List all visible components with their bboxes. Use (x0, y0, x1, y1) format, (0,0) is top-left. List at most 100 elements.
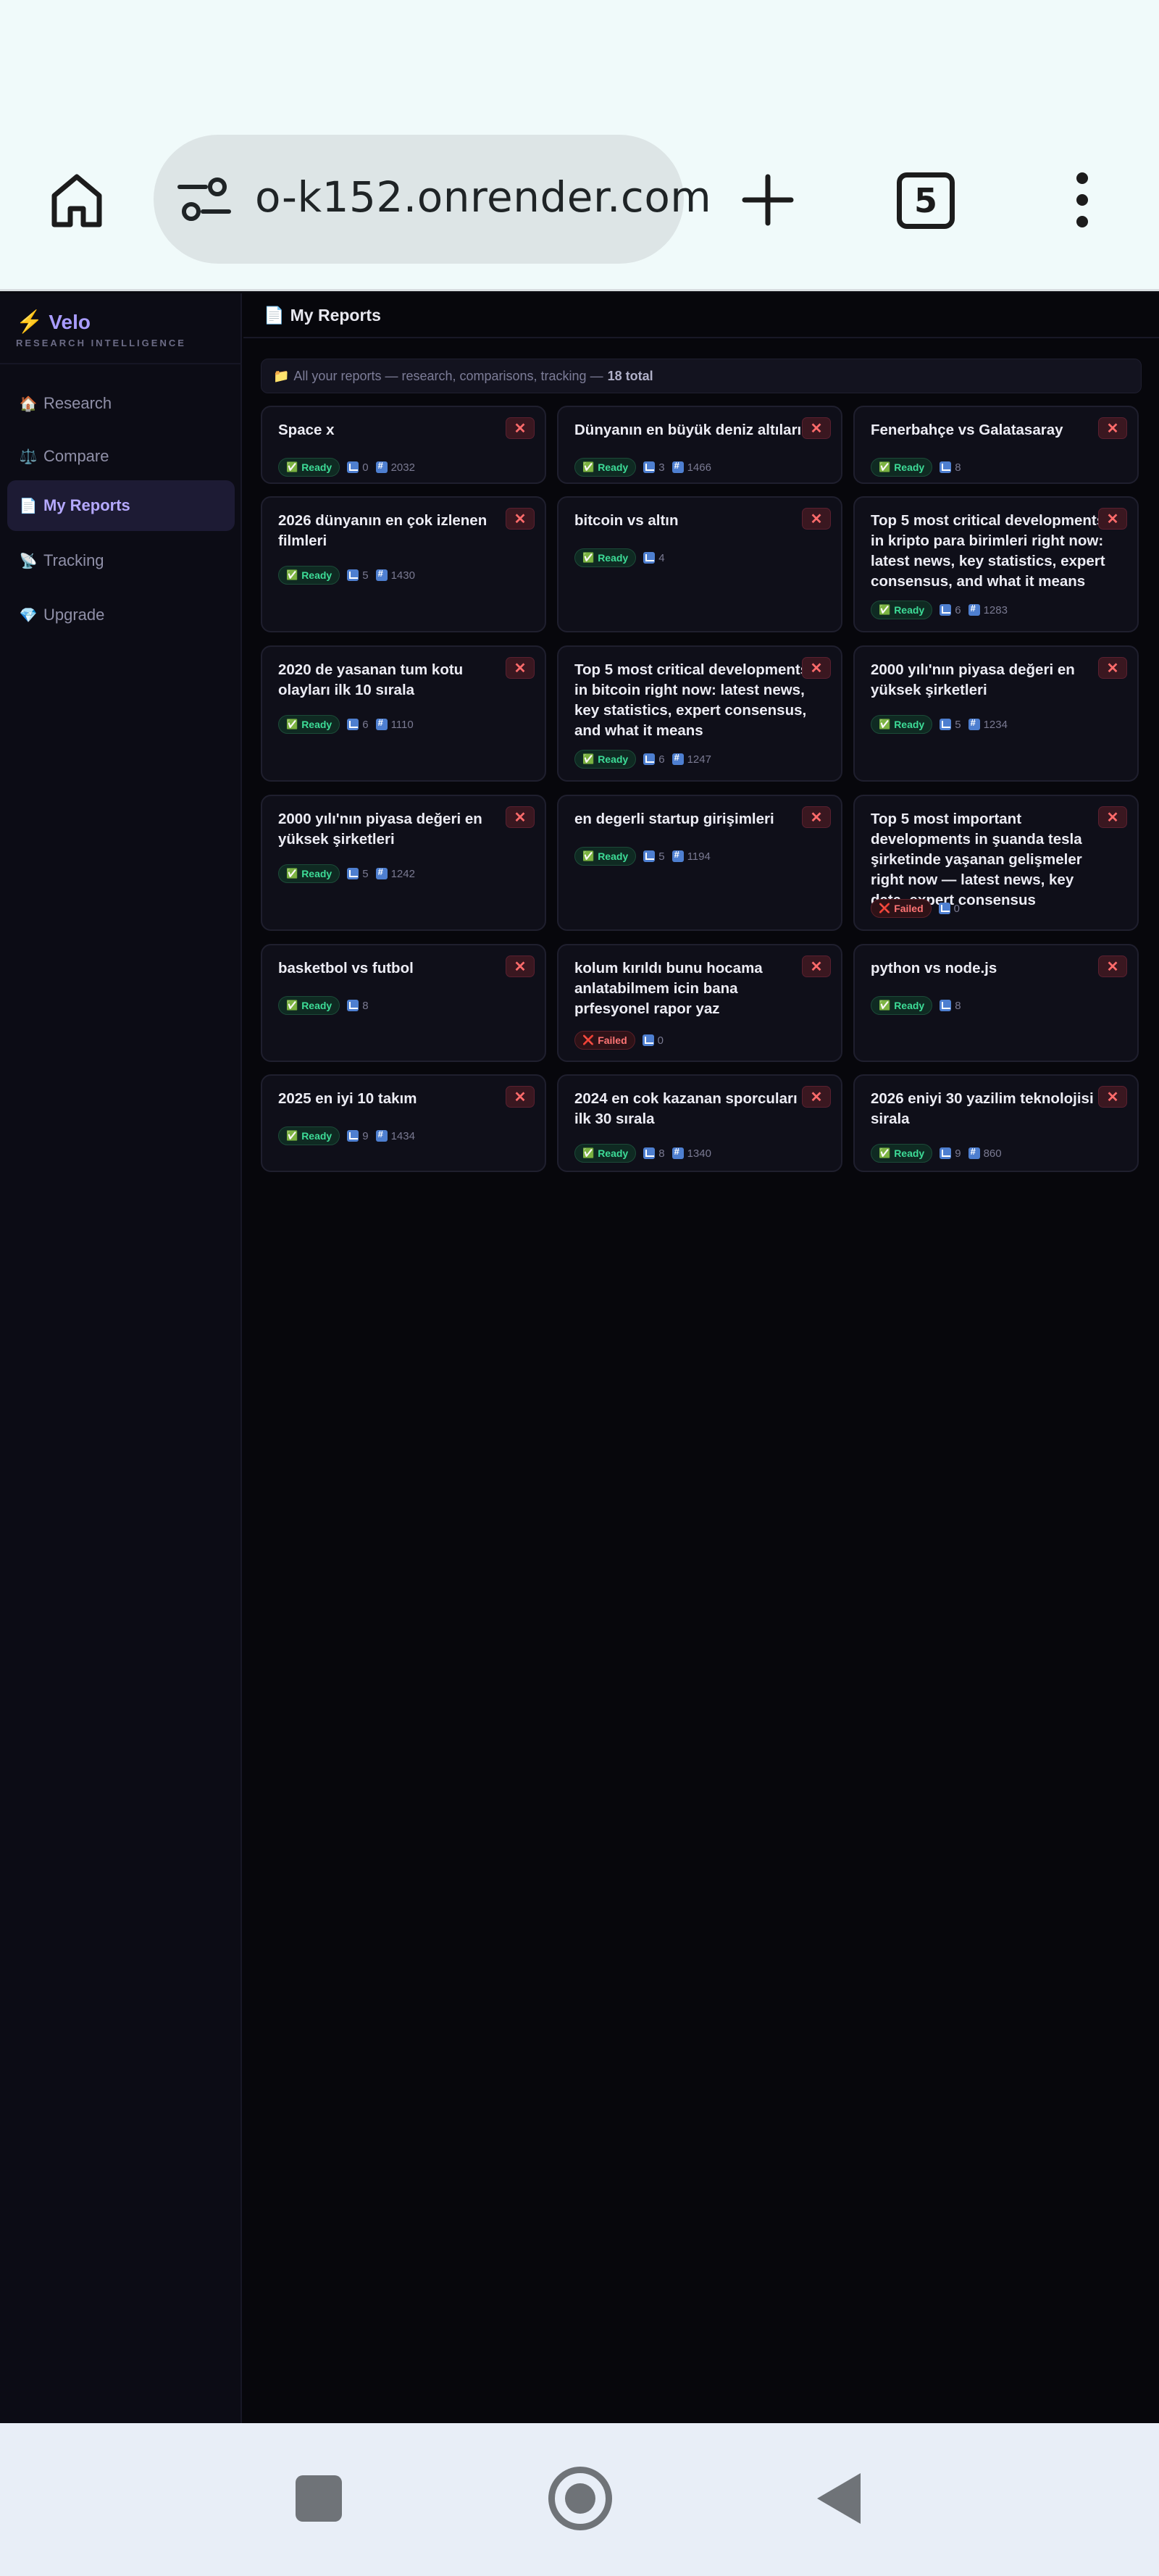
delete-report-button[interactable]: ✕ (1098, 1086, 1127, 1108)
delete-report-button[interactable]: ✕ (802, 657, 831, 679)
chart-icon (347, 868, 359, 879)
source-count-value: 0 (362, 461, 369, 474)
home-circle-icon[interactable] (548, 2467, 612, 2530)
recent-apps-icon[interactable] (296, 2475, 342, 2522)
report-card[interactable]: kolum kırıldı bunu hocama anlatabilmem i… (557, 944, 842, 1062)
cross-icon: ❌ (879, 903, 891, 913)
report-meta: ✅Ready 6 1283 (871, 601, 1008, 619)
report-meta: ✅Ready 5 1242 (278, 864, 415, 883)
source-count-value: 8 (658, 1147, 665, 1160)
delete-report-button[interactable]: ✕ (802, 955, 831, 977)
report-card[interactable]: Top 5 most critical developments in krip… (853, 496, 1139, 632)
word-count: 1340 (671, 1146, 711, 1160)
report-card[interactable]: python vs node.js ✕ ✅ Ready 8 (853, 944, 1139, 1062)
check-icon: ✅ (879, 461, 891, 472)
delete-report-button[interactable]: ✕ (506, 417, 535, 439)
report-card[interactable]: Fenerbahçe vs Galatasaray ✕ ✅ Ready 8 (853, 406, 1139, 484)
url-text[interactable]: o-k152.onrender.com (255, 172, 711, 222)
home-icon[interactable] (41, 164, 113, 236)
report-card[interactable]: Top 5 most critical developments in bitc… (557, 645, 842, 782)
report-title: Fenerbahçe vs Galatasaray (871, 422, 1063, 438)
source-count: 6 (940, 604, 961, 616)
back-icon[interactable] (817, 2473, 861, 2524)
source-count: 5 (643, 850, 665, 863)
report-card[interactable]: 2026 dünyanın en çok izlenen filmleri ✕ ✅ R… (261, 496, 546, 632)
status-label: Failed (598, 1034, 627, 1046)
report-card[interactable]: 2025 en iyi 10 takım ✕ ✅Ready 9 1434 (261, 1074, 546, 1172)
delete-report-button[interactable]: ✕ (1098, 806, 1127, 828)
source-count: 5 (940, 719, 961, 731)
source-count-value: 5 (362, 867, 369, 880)
numbers-icon (375, 717, 388, 730)
word-count: 1247 (671, 752, 711, 766)
satellite-icon: 📡 (19, 553, 38, 569)
word-count: 1110 (375, 717, 414, 731)
chart-icon (940, 461, 952, 473)
chart-icon (347, 1000, 359, 1011)
delete-report-button[interactable]: ✕ (1098, 955, 1127, 977)
document-icon: 📄 (19, 498, 38, 514)
gem-icon: 💎 (19, 607, 38, 624)
delete-report-button[interactable]: ✕ (506, 508, 535, 530)
new-tab-icon[interactable] (732, 164, 804, 236)
chart-icon (643, 1147, 656, 1159)
delete-report-button[interactable]: ✕ (506, 1086, 535, 1108)
status-badge: ✅ Ready (574, 847, 637, 866)
sidebar-item-my-reports[interactable]: 📄 My Reports (7, 480, 235, 531)
report-card[interactable]: 2024 en cok kazanan sporcuları ilk 30 sı… (557, 1074, 842, 1172)
more-menu-icon[interactable] (1062, 164, 1102, 236)
status-badge: ✅ Ready (871, 715, 933, 734)
report-card[interactable]: 2000 yılı'nın piyasa değeri en yüksek şi… (261, 795, 546, 931)
chart-icon (642, 1034, 654, 1046)
check-icon: ✅ (879, 604, 891, 615)
delete-report-button[interactable]: ✕ (802, 508, 831, 530)
report-card[interactable]: basketbol vs futbol ✕ ✅ Ready 8 (261, 944, 546, 1062)
delete-report-button[interactable]: ✕ (1098, 417, 1127, 439)
status-badge: ✅ Ready (278, 715, 340, 734)
folder-icon: 📁 (273, 368, 290, 383)
report-card[interactable]: 2020 de yasanan tum kotu olayları ilk 10… (261, 645, 546, 782)
source-count: 8 (643, 1147, 665, 1160)
status-badge: ✅ Ready (871, 601, 933, 619)
delete-report-button[interactable]: ✕ (802, 417, 831, 439)
source-count: 8 (347, 1000, 369, 1012)
report-card[interactable]: 2026 eniyi 30 yazilim teknolojisi sirala… (853, 1074, 1139, 1172)
delete-report-button[interactable]: ✕ (506, 657, 535, 679)
brand[interactable]: ⚡ Velo RESEARCH INTELLIGENCE (16, 309, 186, 348)
delete-report-button[interactable]: ✕ (1098, 508, 1127, 530)
check-icon: ✅ (582, 552, 595, 563)
delete-report-button[interactable]: ✕ (802, 1086, 831, 1108)
tab-switcher-button[interactable]: 5 (897, 172, 955, 229)
bolt-icon: ⚡ (16, 310, 43, 334)
source-count: 8 (940, 1000, 961, 1012)
sidebar-item-compare[interactable]: ⚖️ Compare (7, 431, 235, 482)
sidebar-item-research[interactable]: 🏠 Research (7, 378, 235, 429)
delete-report-button[interactable]: ✕ (506, 955, 535, 977)
word-count-value: 860 (983, 1147, 1002, 1160)
check-icon: ✅ (286, 461, 298, 472)
status-badge: ✅ Ready (574, 458, 637, 477)
page-header: 📄 My Reports (243, 293, 1159, 338)
source-count-value: 3 (658, 461, 665, 474)
report-card[interactable]: Top 5 most important developments in şua… (853, 795, 1139, 931)
status-label: Failed (894, 903, 924, 914)
status-badge: ✅ Ready (278, 1126, 340, 1145)
word-count-value: 1466 (687, 461, 711, 474)
check-icon: ✅ (286, 719, 298, 729)
page-title: My Reports (290, 305, 381, 325)
check-icon: ✅ (582, 1147, 595, 1158)
delete-report-button[interactable]: ✕ (506, 806, 535, 828)
delete-report-button[interactable]: ✕ (1098, 657, 1127, 679)
report-card[interactable]: en degerli startup girişimleri ✕ ✅Ready 5 11… (557, 795, 842, 931)
report-meta: ✅Ready 6 1247 (574, 750, 711, 769)
sidebar-item-upgrade[interactable]: 💎 Upgrade (7, 590, 235, 640)
site-settings-icon[interactable] (177, 174, 232, 225)
sidebar-item-tracking[interactable]: 📡 Tracking (7, 535, 235, 586)
report-card[interactable]: Space x ✕ ✅Ready 0 2032 (261, 406, 546, 484)
report-card[interactable]: bitcoin vs altın ✕ ✅ Ready 4 (557, 496, 842, 632)
report-card[interactable]: 2000 yılı'nın piyasa değeri en yüksek şi… (853, 645, 1139, 782)
report-card[interactable]: Dünyanın en büyük deniz altıları ✕ ✅ Ready 3… (557, 406, 842, 484)
word-count-value: 1242 (390, 867, 415, 880)
delete-report-button[interactable]: ✕ (802, 806, 831, 828)
source-count-value: 0 (953, 902, 960, 915)
